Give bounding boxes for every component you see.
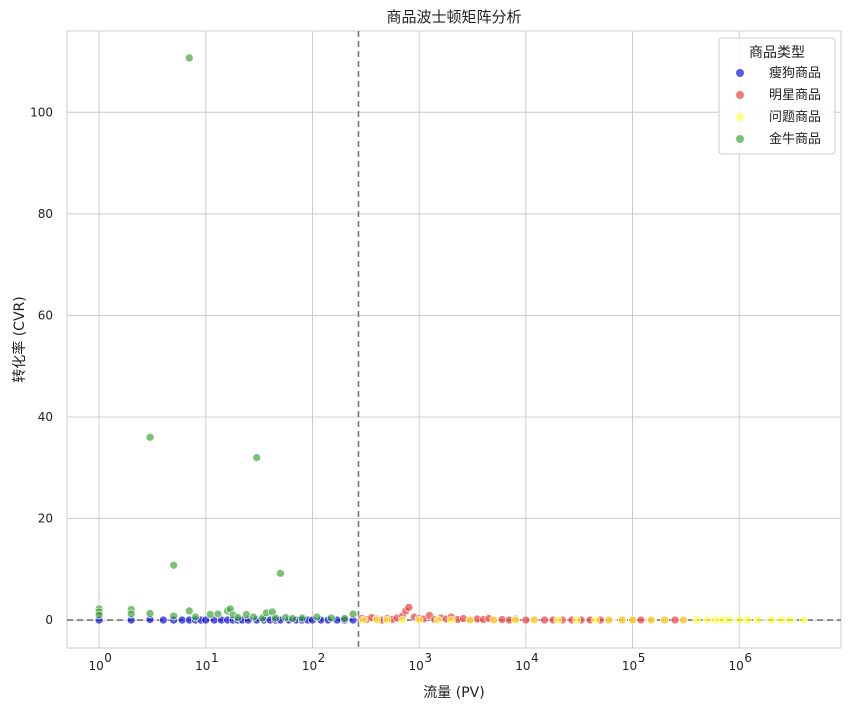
data-point-series-3 xyxy=(340,614,349,623)
data-point-series-2 xyxy=(734,615,744,625)
x-tick-label-base: 10 xyxy=(302,659,317,673)
data-point-series-3 xyxy=(271,613,280,623)
data-point-series-2 xyxy=(382,615,392,625)
x-tick-label-base: 10 xyxy=(729,659,744,673)
scatter-chart: 020406080100100101102103104105106商品波士顿矩阵… xyxy=(11,8,842,701)
x-tick-label-base: 10 xyxy=(88,659,103,673)
data-point-series-2 xyxy=(511,615,520,625)
data-point-series-3 xyxy=(233,613,243,622)
data-point-series-2 xyxy=(433,615,443,625)
data-point-series-2 xyxy=(660,615,669,625)
data-point-series-3 xyxy=(276,569,285,578)
legend-label-0: 瘦狗商品 xyxy=(769,65,821,81)
data-point-series-2 xyxy=(372,615,382,625)
data-point-series-2 xyxy=(799,615,808,625)
data-point-series-3 xyxy=(213,609,223,619)
data-point-series-2 xyxy=(753,615,763,625)
data-point-series-2 xyxy=(692,615,702,625)
data-point-series-2 xyxy=(529,615,539,625)
x-tick-label-base: 10 xyxy=(515,659,530,673)
legend-label-1: 明星商品 xyxy=(769,88,821,103)
legend-marker-0 xyxy=(736,69,744,77)
data-point-series-3 xyxy=(191,612,200,622)
x-tick-label-exponent: 1 xyxy=(211,651,219,665)
data-point-series-2 xyxy=(446,615,456,625)
data-point-series-3 xyxy=(184,606,194,616)
x-tick-label-base: 10 xyxy=(622,659,637,673)
data-point-series-2 xyxy=(398,615,407,625)
x-tick-label-base: 10 xyxy=(409,659,424,673)
data-point-series-3 xyxy=(348,609,358,619)
data-point-series-2 xyxy=(702,615,712,625)
data-point-series-3 xyxy=(297,613,307,623)
chart-figure: 0 20 40 60 80 100 10 0 10 1 10 2 10 3 10 4 10 5 10 6 商品波士顿矩阵… xyxy=(0,0,852,709)
data-point-series-2 xyxy=(777,615,787,625)
data-point-series-2 xyxy=(785,615,795,625)
data-point-series-1 xyxy=(521,615,531,625)
data-point-series-2 xyxy=(414,615,424,625)
data-point-series-1 xyxy=(636,615,646,625)
data-point-series-2 xyxy=(359,615,368,625)
x-tick-label-exponent: 4 xyxy=(531,651,539,665)
y-axis-label: 转化率 (CVR) xyxy=(11,296,28,382)
data-point-series-3 xyxy=(326,613,336,623)
data-point-series-2 xyxy=(628,615,637,625)
data-point-series-2 xyxy=(465,615,475,625)
y-tick-label: 20 xyxy=(38,512,53,526)
data-point-series-2 xyxy=(553,615,563,625)
x-axis-label: 流量 (PV) xyxy=(423,685,484,701)
x-tick-label-exponent: 0 xyxy=(104,651,112,665)
x-tick-label-base: 10 xyxy=(195,659,210,673)
legend-marker-1 xyxy=(736,91,744,99)
y-tick-label: 40 xyxy=(38,410,53,424)
chart-title: 商品波士顿矩阵分析 xyxy=(386,8,521,26)
x-tick-label-exponent: 5 xyxy=(638,651,646,665)
x-tick-label-exponent: 3 xyxy=(424,651,432,665)
data-point-series-3 xyxy=(145,432,155,442)
data-point-series-2 xyxy=(604,615,614,625)
data-point-series-2 xyxy=(679,615,688,625)
y-tick-label: 100 xyxy=(30,105,53,119)
data-point-series-3 xyxy=(169,611,179,621)
x-tick-label-exponent: 6 xyxy=(744,651,752,665)
data-point-series-1 xyxy=(404,603,414,612)
y-tick-label: 60 xyxy=(38,308,53,322)
data-point-series-3 xyxy=(94,610,104,620)
legend-label-2: 问题商品 xyxy=(769,110,821,125)
data-point-series-3 xyxy=(205,610,215,619)
data-point-series-3 xyxy=(249,612,258,622)
data-point-series-3 xyxy=(312,612,322,622)
data-point-series-2 xyxy=(646,615,656,625)
x-tick-label-exponent: 2 xyxy=(318,651,326,665)
data-point-series-3 xyxy=(288,614,297,623)
legend-label-3: 金牛商品 xyxy=(769,131,821,147)
y-tick-label: 80 xyxy=(38,207,53,221)
data-point-series-2 xyxy=(489,615,499,625)
data-point-series-3 xyxy=(169,560,179,570)
data-point-series-1 xyxy=(540,615,549,625)
legend-title: 商品类型 xyxy=(749,45,805,61)
data-point-series-1 xyxy=(670,615,680,625)
legend-marker-2 xyxy=(736,113,744,121)
y-tick-label: 0 xyxy=(45,613,53,627)
data-point-series-3 xyxy=(184,53,194,63)
data-point-series-3 xyxy=(252,453,262,462)
data-point-series-2 xyxy=(724,615,734,625)
data-point-series-2 xyxy=(572,615,582,625)
data-point-series-2 xyxy=(766,615,776,625)
data-point-series-0 xyxy=(158,615,168,625)
data-point-series-3 xyxy=(126,609,136,619)
data-point-series-2 xyxy=(591,615,600,625)
data-point-series-3 xyxy=(145,609,155,618)
data-point-series-1 xyxy=(497,615,507,624)
data-point-series-2 xyxy=(743,615,752,625)
data-point-series-2 xyxy=(617,615,627,625)
legend-marker-3 xyxy=(736,135,744,143)
